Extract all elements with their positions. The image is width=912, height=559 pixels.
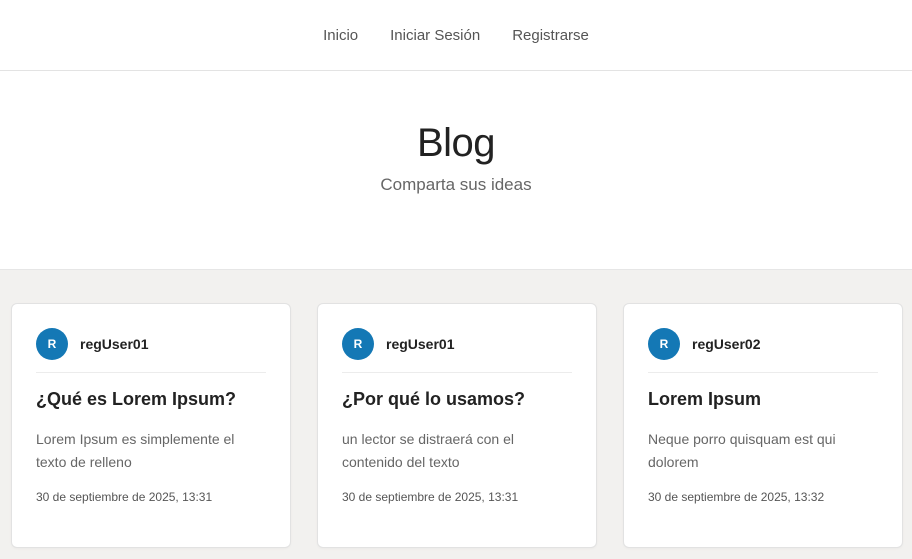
post-excerpt: Neque porro quisquam est qui dolorem [648, 431, 836, 470]
post-date: 30 de septiembre de 2025, 13:32 [648, 490, 825, 504]
post-card[interactable]: R regUser01 ¿Qué es Lorem Ipsum? Lorem I… [11, 303, 291, 548]
post-card[interactable]: R regUser01 ¿Por qué lo usamos? un lecto… [317, 303, 597, 548]
post-title[interactable]: ¿Por qué lo usamos? [342, 389, 572, 410]
nav-link-registrarse[interactable]: Registrarse [512, 27, 589, 44]
nav-link-iniciar-sesion[interactable]: Iniciar Sesión [390, 27, 480, 44]
post-title[interactable]: Lorem Ipsum [648, 389, 878, 410]
page-subtitle: Comparta sus ideas [380, 175, 532, 194]
nav-link-inicio[interactable]: Inicio [323, 27, 358, 44]
post-author: regUser01 [386, 336, 455, 352]
post-title[interactable]: ¿Qué es Lorem Ipsum? [36, 389, 266, 410]
post-author-row: R regUser02 [648, 304, 878, 373]
posts-section: R regUser01 ¿Qué es Lorem Ipsum? Lorem I… [0, 270, 912, 559]
avatar: R [648, 328, 680, 360]
post-author: regUser02 [692, 336, 761, 352]
post-date: 30 de septiembre de 2025, 13:31 [342, 490, 519, 504]
avatar: R [342, 328, 374, 360]
post-author-row: R regUser01 [342, 304, 572, 373]
page-title: Blog [416, 121, 496, 165]
post-author-row: R regUser01 [36, 304, 266, 373]
post-card[interactable]: R regUser02 Lorem Ipsum Neque porro quis… [623, 303, 903, 548]
post-date: 30 de septiembre de 2025, 13:31 [36, 490, 213, 504]
avatar: R [36, 328, 68, 360]
post-author: regUser01 [80, 336, 149, 352]
post-excerpt: Lorem Ipsum es simplemente el texto de r… [36, 431, 235, 470]
hero-section: Blog Comparta sus ideas [0, 71, 912, 270]
post-excerpt: un lector se distraerá con el contenido … [342, 431, 514, 470]
top-nav: Inicio Iniciar Sesión Registrarse [0, 0, 912, 71]
